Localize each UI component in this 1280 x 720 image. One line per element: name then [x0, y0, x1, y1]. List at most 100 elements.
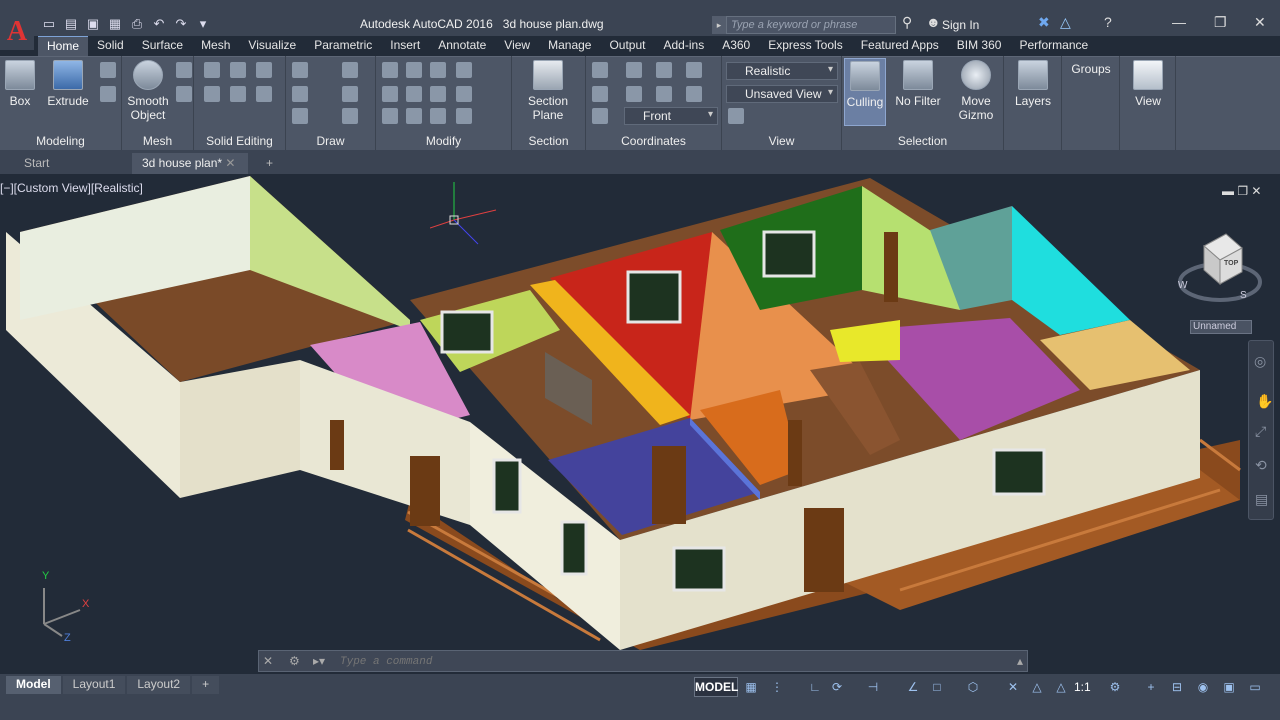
tab-home[interactable]: Home: [38, 36, 89, 56]
tab-mesh[interactable]: Mesh: [192, 36, 239, 56]
viewport-config-icon[interactable]: [728, 108, 744, 124]
orbit-icon[interactable]: ⟲: [1255, 457, 1267, 474]
help-icon[interactable]: ?: [1104, 14, 1112, 30]
command-history-icon[interactable]: ▴: [1017, 654, 1023, 668]
tab-output[interactable]: Output: [600, 36, 654, 56]
rotate-icon[interactable]: [406, 62, 422, 78]
named-ucs-dropdown[interactable]: Front: [624, 107, 718, 125]
polygon-icon[interactable]: [292, 108, 308, 124]
application-menu-button[interactable]: A: [0, 14, 34, 50]
restore-icon[interactable]: ❐: [1214, 14, 1227, 31]
tab-featured-apps[interactable]: Featured Apps: [852, 36, 948, 56]
panel-title[interactable]: Selection: [842, 134, 1003, 148]
tab-layout2[interactable]: Layout2: [127, 676, 191, 694]
section-plane-button[interactable]: Section Plane: [524, 60, 572, 122]
undo-icon[interactable]: ↶: [150, 15, 168, 33]
tab-solid[interactable]: Solid: [88, 36, 133, 56]
isodraft-icon[interactable]: ⊣: [866, 680, 880, 694]
isolate-objects-icon[interactable]: ◉: [1196, 680, 1210, 694]
plot-icon[interactable]: ⎙: [128, 15, 146, 33]
recent-commands-icon[interactable]: ▸▾: [313, 654, 325, 668]
sign-in-button[interactable]: Sign In: [942, 18, 979, 32]
search-expand-icon[interactable]: ▸: [712, 16, 726, 34]
pan-icon[interactable]: ✋: [1256, 393, 1273, 410]
open-icon[interactable]: ▤: [62, 15, 80, 33]
close-tab-icon[interactable]: ✕: [225, 156, 235, 170]
tab-3d-house-plan[interactable]: 3d house plan* ✕: [132, 153, 248, 174]
viewport-window-controls[interactable]: ▬ ❐ ✕: [1222, 184, 1261, 198]
union-icon[interactable]: [204, 62, 220, 78]
erase-icon[interactable]: [456, 62, 472, 78]
line-icon[interactable]: [292, 62, 308, 78]
save-icon[interactable]: ▣: [84, 15, 102, 33]
tab-parametric[interactable]: Parametric: [305, 36, 381, 56]
tab-express-tools[interactable]: Express Tools: [759, 36, 851, 56]
drawing-viewport[interactable]: [0, 174, 1280, 676]
object-snap-icon[interactable]: □: [930, 680, 944, 694]
arc-icon[interactable]: [342, 62, 358, 78]
viewport-controls-label[interactable]: [−][Custom View][Realistic]: [0, 181, 143, 195]
save-as-icon[interactable]: ▦: [106, 15, 124, 33]
tab-insert[interactable]: Insert: [381, 36, 429, 56]
polysolid-icon[interactable]: [100, 86, 116, 102]
ucs-icon[interactable]: [592, 62, 608, 78]
explode-icon[interactable]: [456, 86, 472, 102]
circle-icon[interactable]: [342, 86, 358, 102]
ucs-z-icon[interactable]: [656, 86, 672, 102]
subtract-icon[interactable]: [230, 62, 246, 78]
clean-screen-icon[interactable]: ▭: [1248, 680, 1262, 694]
saved-view-dropdown[interactable]: Unsaved View: [726, 85, 838, 103]
showmotion-icon[interactable]: ▤: [1255, 491, 1268, 508]
customize-qat-icon[interactable]: ▾: [194, 15, 212, 33]
panel-title[interactable]: Mesh: [122, 134, 193, 148]
new-icon[interactable]: ▭: [40, 15, 58, 33]
tab-manage[interactable]: Manage: [539, 36, 600, 56]
fillet-icon[interactable]: [430, 86, 446, 102]
move-icon[interactable]: [382, 62, 398, 78]
smooth-object-button[interactable]: Smooth Object: [126, 60, 170, 122]
snap-icon[interactable]: ⋮: [770, 680, 784, 694]
annotation-monitor-icon[interactable]: +: [1144, 680, 1158, 694]
offset-icon[interactable]: [456, 108, 472, 124]
view-button[interactable]: View: [1126, 60, 1170, 108]
exchange-apps-icon[interactable]: ✖: [1038, 14, 1050, 31]
viewcube[interactable]: TOP W S: [1176, 232, 1266, 315]
tab-add-ins[interactable]: Add-ins: [655, 36, 714, 56]
panel-title[interactable]: Section: [512, 134, 585, 148]
interfere-icon[interactable]: [204, 86, 220, 102]
no-filter-button[interactable]: No Filter: [892, 60, 944, 108]
mesh-smooth-more-icon[interactable]: [176, 62, 192, 78]
grid-icon[interactable]: ▦: [744, 680, 758, 694]
add-layout-button[interactable]: +: [192, 676, 220, 694]
customize-icon[interactable]: ⚙: [289, 654, 300, 668]
tab-performance[interactable]: Performance: [1010, 36, 1097, 56]
tab-visualize[interactable]: Visualize: [239, 36, 305, 56]
annotation-scale-icon[interactable]: △: [1054, 680, 1068, 694]
ortho-icon[interactable]: ∟: [808, 680, 822, 694]
search-input[interactable]: Type a keyword or phrase: [726, 16, 896, 34]
copy-icon[interactable]: [382, 86, 398, 102]
polyline-icon[interactable]: [292, 86, 308, 102]
redo-icon[interactable]: ↷: [172, 15, 190, 33]
groups-button[interactable]: Groups: [1068, 62, 1114, 76]
auto-scale-icon[interactable]: △: [1030, 680, 1044, 694]
panel-title[interactable]: Modeling: [0, 134, 121, 148]
move-gizmo-button[interactable]: Move Gizmo: [954, 60, 998, 122]
panel-title[interactable]: Draw: [286, 134, 375, 148]
mesh-smooth-less-icon[interactable]: [176, 86, 192, 102]
slice-icon[interactable]: [230, 86, 246, 102]
tab-surface[interactable]: Surface: [133, 36, 192, 56]
workspace-icon[interactable]: ⚙: [1108, 680, 1122, 694]
units-icon[interactable]: ⊟: [1170, 680, 1184, 694]
presspull-icon[interactable]: [100, 62, 116, 78]
binoculars-icon[interactable]: ⚲: [902, 14, 912, 31]
array-icon[interactable]: [430, 108, 446, 124]
panel-title[interactable]: View: [722, 134, 841, 148]
intersect-icon[interactable]: [256, 62, 272, 78]
command-input[interactable]: [340, 654, 1000, 669]
trim-icon[interactable]: [430, 62, 446, 78]
tab-view[interactable]: View: [495, 36, 539, 56]
panel-title[interactable]: Coordinates: [586, 134, 721, 148]
culling-button[interactable]: Culling: [844, 58, 886, 126]
hardware-acceleration-icon[interactable]: ▣: [1222, 680, 1236, 694]
